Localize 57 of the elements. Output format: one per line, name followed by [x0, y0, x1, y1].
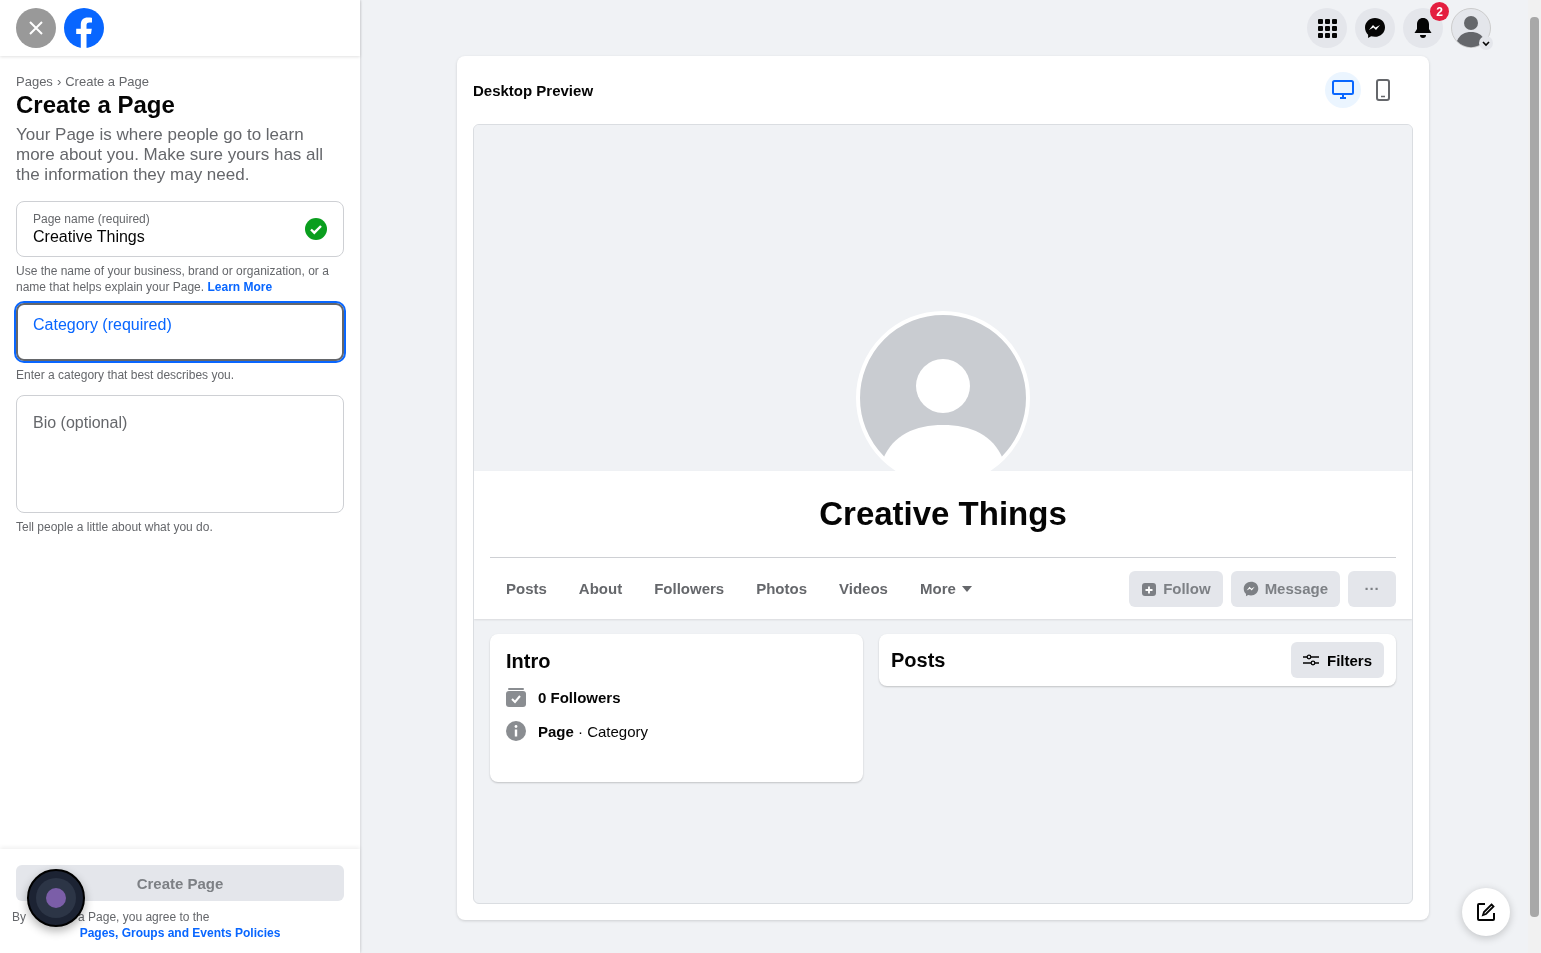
field-value: Creative Things [33, 228, 146, 246]
breadcrumb-link[interactable]: Pages [16, 74, 53, 89]
page-tab[interactable]: Posts [490, 568, 563, 609]
messenger-icon [1242, 580, 1259, 597]
desktop-view-button[interactable] [1325, 72, 1361, 108]
compose-button[interactable] [1462, 888, 1510, 936]
followers-icon [506, 687, 526, 707]
close-button[interactable] [16, 8, 56, 48]
bell-icon [1413, 17, 1433, 39]
help-text: Enter a category that best describes you. [16, 367, 236, 383]
notification-badge: 2 [1430, 2, 1449, 21]
description-text: Your Page is where people go to learn more about you. Make sure yours has all the information they may need. [16, 125, 325, 185]
checkmark-icon [305, 218, 327, 240]
terms-text: a Page, you agree to the [78, 909, 210, 925]
page-tab[interactable]: About [562, 568, 639, 609]
filters-button[interactable]: Filters [1291, 642, 1384, 678]
more-tab[interactable]: More [903, 568, 988, 609]
grid-icon [1317, 18, 1337, 38]
learn-more-link[interactable]: Learn More [207, 280, 273, 294]
help-text: Tell people a little about what you do. [16, 519, 214, 535]
close-icon [28, 20, 44, 36]
page-name-heading: Creative Things [819, 495, 1067, 533]
category-input[interactable]: Category (required) [16, 303, 344, 361]
help-text: Use the name of your business, brand or organization, or a name that helps explain your Page. Learn More [16, 263, 330, 295]
info-icon [506, 721, 526, 741]
policies-link[interactable]: Pages, Groups and Events Policies [79, 925, 281, 941]
breadcrumb-current: Create a Page [65, 74, 150, 89]
messenger-icon [1364, 17, 1386, 39]
messenger-button[interactable] [1355, 8, 1395, 48]
posts-heading: Posts [891, 648, 946, 672]
text-field[interactable]: Page name (required) Creative Things [16, 201, 344, 257]
chevron-down-icon [1479, 36, 1493, 50]
account-button[interactable] [1451, 8, 1491, 48]
sliders-icon [1303, 654, 1319, 666]
phone-icon [1376, 79, 1390, 101]
edit-icon [1476, 902, 1496, 922]
terms-text: By [12, 909, 26, 925]
plus-icon [1141, 580, 1158, 597]
avatar-icon [1451, 8, 1491, 48]
page-title: Create a Page [16, 91, 176, 119]
intro-text: Page · Category [538, 722, 649, 740]
page-tab[interactable]: Followers [638, 568, 741, 609]
notifications-button[interactable] [1403, 8, 1443, 48]
field-label: Page name (required) [33, 212, 151, 226]
caret-icon [961, 585, 972, 592]
breadcrumb-separator: › [56, 74, 62, 89]
monitor-icon [1332, 80, 1354, 100]
recorder-overlay [27, 869, 85, 927]
intro-text: 0 Followers [538, 688, 621, 706]
scrollbar[interactable] [1528, 0, 1541, 953]
intro-heading: Intro [506, 650, 552, 673]
preview-title: Desktop Preview [473, 81, 594, 99]
logo-icon[interactable] [64, 8, 104, 48]
page-tab[interactable]: Videos [823, 568, 904, 609]
bio-textarea[interactable]: Bio (optional) [16, 395, 344, 513]
page-tab[interactable]: Photos [740, 568, 824, 609]
menu-button[interactable] [1307, 8, 1347, 48]
